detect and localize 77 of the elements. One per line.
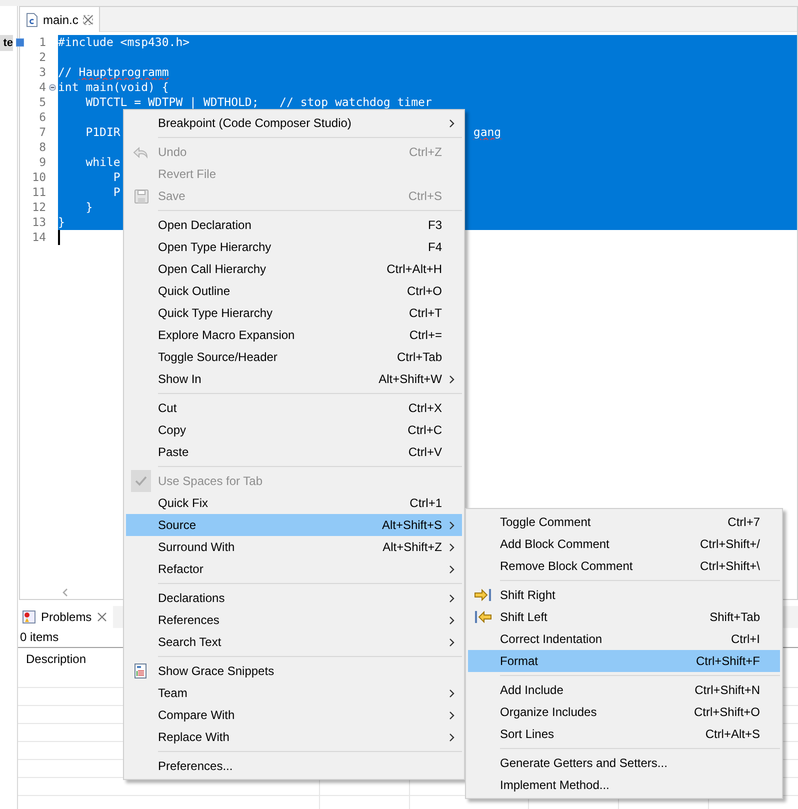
column-header[interactable]: Description (26, 652, 86, 666)
menu-item[interactable]: Toggle Comment Ctrl+7 (468, 511, 780, 533)
line-number: 13 (31, 215, 46, 230)
line-number: 6 (38, 110, 46, 125)
menu-item[interactable]: Declarations (126, 587, 462, 609)
menu-item[interactable]: Format Ctrl+Shift+F (468, 650, 780, 672)
line-number: 10 (31, 170, 46, 185)
line-number: 9 (38, 155, 46, 170)
editor-tab[interactable]: main.c (20, 7, 100, 32)
code-text: Hauptprogramm (78, 65, 169, 79)
menu-item[interactable]: Compare With (126, 704, 462, 726)
line-number: 4 (38, 80, 46, 95)
problems-icon (22, 610, 36, 624)
menu-item[interactable]: Show Grace Snippets (126, 660, 462, 682)
menu-item[interactable]: Add Include Ctrl+Shift+N (468, 679, 780, 701)
menu-item[interactable]: Breakpoint (Code Composer Studio) (126, 112, 462, 134)
close-icon[interactable] (96, 612, 107, 622)
menu-item[interactable]: Surround With Alt+Shift+Z (126, 536, 462, 558)
menu-item[interactable]: Shift Right (468, 584, 780, 606)
menu-item[interactable]: Quick Type Hierarchy Ctrl+T (126, 302, 462, 324)
code-text: WDTCTL = WDTPW | WDTHOLD; // stop watchdog timer (84, 95, 432, 109)
code-text: } (84, 200, 93, 214)
line-number: 8 (38, 140, 46, 155)
menu-item[interactable]: References (126, 609, 462, 631)
snippets-icon (133, 663, 149, 679)
menu-item[interactable]: Paste Ctrl+V (126, 441, 462, 463)
menu-item[interactable]: Quick Outline Ctrl+O (126, 280, 462, 302)
menu-item[interactable]: Refactor (126, 558, 462, 580)
scroll-left-icon[interactable] (62, 588, 68, 596)
code-text: // (58, 65, 73, 79)
close-icon[interactable] (83, 14, 94, 24)
menu-item[interactable]: Open Call Hierarchy Ctrl+Alt+H (126, 258, 462, 280)
menu-item[interactable]: Quick Fix Ctrl+1 (126, 492, 462, 514)
menu-item[interactable]: Replace With (126, 726, 462, 748)
c-file-icon (26, 12, 38, 26)
save-icon (134, 188, 148, 204)
menu-item[interactable]: Organize Includes Ctrl+Shift+O (468, 701, 780, 723)
collapse-icon[interactable] (48, 84, 56, 91)
menu-item[interactable]: Correct Indentation Ctrl+I (468, 628, 780, 650)
menu-item[interactable]: Shift Left Shift+Tab (468, 606, 780, 628)
line-number: 11 (31, 185, 46, 200)
menu-item[interactable]: Explore Macro Expansion Ctrl+= (126, 324, 462, 346)
code-text: } (58, 215, 65, 229)
code-text: P1DIR (84, 125, 120, 139)
undo-icon (133, 145, 149, 159)
code-text: while (84, 155, 120, 169)
code-text: int main(void) { (58, 80, 169, 94)
menu-item[interactable]: Cut Ctrl+X (126, 397, 462, 419)
menu-item[interactable]: Generate Getters and Setters... (468, 752, 780, 774)
shift-left-icon (474, 611, 492, 623)
menu-item[interactable]: Sort Lines Ctrl+Alt+S (468, 723, 780, 745)
code-text: P (112, 170, 120, 184)
line-number: 14 (31, 230, 46, 245)
line-number: 2 (38, 50, 46, 65)
menu-item[interactable]: Add Block Comment Ctrl+Shift+/ (468, 533, 780, 555)
shift-right-icon (474, 589, 492, 601)
code-text: #include <msp430.h> (58, 35, 190, 49)
menu-item[interactable]: Team (126, 682, 462, 704)
problems-tab[interactable]: Problems (18, 606, 113, 628)
menu-item[interactable]: Preferences... (126, 755, 462, 777)
line-number: 3 (38, 65, 46, 80)
selection-marker-icon (16, 37, 24, 48)
view-tab[interactable]: te (0, 35, 13, 51)
menu-item[interactable]: Copy Ctrl+C (126, 419, 462, 441)
menu-item[interactable]: Remove Block Comment Ctrl+Shift+\ (468, 555, 780, 577)
line-number: 7 (38, 125, 46, 140)
line-number: 5 (38, 95, 46, 110)
menu-item[interactable]: Open Type Hierarchy F4 (126, 236, 462, 258)
code-text: P (112, 185, 120, 199)
line-number: 12 (31, 200, 46, 215)
menu-item[interactable]: Toggle Source/Header Ctrl+Tab (126, 346, 462, 368)
menu-item[interactable]: Source Alt+Shift+S (126, 514, 462, 536)
menu-item[interactable]: Show In Alt+Shift+W (126, 368, 462, 390)
menu-item[interactable]: Implement Method... (468, 774, 780, 796)
code-text: gang (473, 125, 502, 140)
line-number: 1 (38, 35, 46, 50)
menu-item[interactable]: Open Declaration F3 (126, 214, 462, 236)
